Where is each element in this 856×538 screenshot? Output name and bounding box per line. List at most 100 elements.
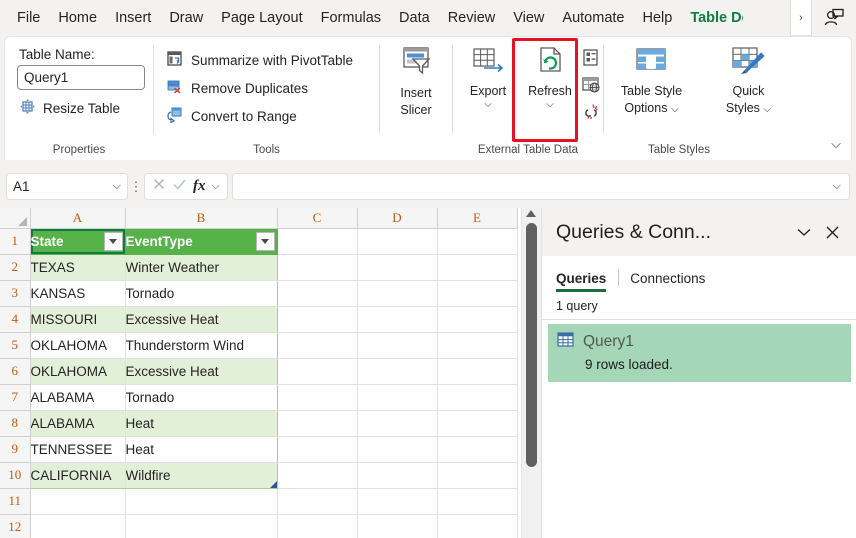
- summarize-with-pivottable-button[interactable]: Summarize with PivotTable: [160, 46, 373, 74]
- row-header-7[interactable]: 7: [0, 384, 30, 410]
- cell-e12[interactable]: [437, 514, 517, 538]
- resize-table-button[interactable]: Resize Table: [19, 98, 145, 118]
- row-header-3[interactable]: 3: [0, 280, 30, 306]
- scrollbar-thumb[interactable]: [526, 223, 537, 467]
- cell-c3[interactable]: [277, 280, 357, 306]
- tab-insert[interactable]: Insert: [106, 1, 160, 35]
- row-header-1[interactable]: 1: [0, 228, 30, 254]
- column-header-e[interactable]: E: [437, 208, 517, 228]
- cell-c6[interactable]: [277, 358, 357, 384]
- tab-page-layout[interactable]: Page Layout: [212, 1, 311, 35]
- formula-input[interactable]: ⌵: [232, 173, 850, 200]
- row-header-8[interactable]: 8: [0, 410, 30, 436]
- cell-c7[interactable]: [277, 384, 357, 410]
- table-style-options-button[interactable]: Table Style Options ⌵: [614, 43, 689, 115]
- cell-c1[interactable]: [277, 228, 357, 254]
- cell-b2[interactable]: Winter Weather: [125, 254, 277, 280]
- cell-c8[interactable]: [277, 410, 357, 436]
- cell-e5[interactable]: [437, 332, 517, 358]
- cell-c12[interactable]: [277, 514, 357, 538]
- cell-a2[interactable]: TEXAS: [30, 254, 125, 280]
- convert-to-range-button[interactable]: Convert to Range: [160, 102, 373, 130]
- tab-automate[interactable]: Automate: [553, 1, 633, 35]
- cell-e3[interactable]: [437, 280, 517, 306]
- export-chevron-down-icon[interactable]: ⌵: [484, 99, 492, 110]
- tab-formulas[interactable]: Formulas: [312, 1, 390, 35]
- enter-check-icon[interactable]: [172, 177, 187, 196]
- remove-duplicates-button[interactable]: Remove Duplicates: [160, 74, 373, 102]
- row-header-5[interactable]: 5: [0, 332, 30, 358]
- cell-d5[interactable]: [357, 332, 437, 358]
- tab-draw[interactable]: Draw: [160, 1, 212, 35]
- cell-c11[interactable]: [277, 488, 357, 514]
- cell-b5[interactable]: Thunderstorm Wind: [125, 332, 277, 358]
- cell-a5[interactable]: OKLAHOMA: [30, 332, 125, 358]
- pane-tab-queries[interactable]: Queries: [556, 271, 618, 292]
- cell-d7[interactable]: [357, 384, 437, 410]
- cell-c5[interactable]: [277, 332, 357, 358]
- quick-styles-chevron-down-icon[interactable]: ⌵: [763, 104, 771, 115]
- column-header-d[interactable]: D: [357, 208, 437, 228]
- column-header-b[interactable]: B: [125, 208, 277, 228]
- cell-d9[interactable]: [357, 436, 437, 462]
- export-button[interactable]: Export ⌵: [457, 43, 519, 110]
- table-name-input[interactable]: [17, 65, 145, 90]
- cell-e2[interactable]: [437, 254, 517, 280]
- cell-d6[interactable]: [357, 358, 437, 384]
- refresh-button[interactable]: Refresh ⌵: [519, 43, 581, 110]
- refresh-chevron-down-icon[interactable]: ⌵: [546, 99, 554, 110]
- cell-b12[interactable]: [125, 514, 277, 538]
- column-header-a[interactable]: A: [30, 208, 125, 228]
- cell-b10[interactable]: Wildfire: [125, 462, 277, 488]
- cell-b7[interactable]: Tornado: [125, 384, 277, 410]
- cell-d4[interactable]: [357, 306, 437, 332]
- properties-icon[interactable]: [581, 48, 600, 72]
- cell-e4[interactable]: [437, 306, 517, 332]
- tab-review[interactable]: Review: [439, 1, 505, 35]
- cell-a3[interactable]: KANSAS: [30, 280, 125, 306]
- cell-d1[interactable]: [357, 228, 437, 254]
- cancel-x-icon[interactable]: [152, 177, 166, 196]
- tab-overflow-button[interactable]: ›: [790, 0, 812, 36]
- tab-data[interactable]: Data: [390, 1, 439, 35]
- cell-c9[interactable]: [277, 436, 357, 462]
- cell-a12[interactable]: [30, 514, 125, 538]
- filter-dropdown-icon-state[interactable]: [104, 232, 123, 251]
- row-header-10[interactable]: 10: [0, 462, 30, 488]
- pane-tab-connections[interactable]: Connections: [630, 271, 715, 292]
- grid-vertical-scrollbar[interactable]: [521, 208, 540, 538]
- table-header-eventtype[interactable]: EventType: [125, 228, 277, 254]
- cell-e9[interactable]: [437, 436, 517, 462]
- cell-d2[interactable]: [357, 254, 437, 280]
- cell-c2[interactable]: [277, 254, 357, 280]
- cell-d10[interactable]: [357, 462, 437, 488]
- cell-b6[interactable]: Excessive Heat: [125, 358, 277, 384]
- cell-a10[interactable]: CALIFORNIA: [30, 462, 125, 488]
- row-header-9[interactable]: 9: [0, 436, 30, 462]
- cell-e1[interactable]: [437, 228, 517, 254]
- filter-dropdown-icon-eventtype[interactable]: [256, 232, 275, 251]
- select-all-corner[interactable]: [0, 208, 30, 228]
- table-header-state[interactable]: State: [30, 228, 125, 254]
- tab-table-design[interactable]: Table Des: [681, 1, 743, 35]
- row-header-6[interactable]: 6: [0, 358, 30, 384]
- insert-slicer-button[interactable]: Insert Slicer: [385, 43, 447, 117]
- pane-close-x-icon[interactable]: [818, 218, 846, 246]
- share-person-icon[interactable]: [818, 4, 850, 32]
- column-header-c[interactable]: C: [277, 208, 357, 228]
- cell-a7[interactable]: ALABAMA: [30, 384, 125, 410]
- table-style-options-chevron-down-icon[interactable]: ⌵: [671, 104, 679, 115]
- cell-b9[interactable]: Heat: [125, 436, 277, 462]
- row-header-11[interactable]: 11: [0, 488, 30, 514]
- row-header-4[interactable]: 4: [0, 306, 30, 332]
- cell-e11[interactable]: [437, 488, 517, 514]
- open-in-browser-icon[interactable]: [581, 75, 600, 99]
- pane-minimize-chevron-down-icon[interactable]: [790, 218, 818, 246]
- name-box[interactable]: A1 ⌵: [6, 173, 128, 200]
- cell-a11[interactable]: [30, 488, 125, 514]
- cell-e6[interactable]: [437, 358, 517, 384]
- tab-file[interactable]: File: [8, 1, 49, 35]
- cell-a4[interactable]: MISSOURI: [30, 306, 125, 332]
- unlink-icon[interactable]: [581, 102, 600, 126]
- fx-chevron-down-icon[interactable]: ⌵: [212, 180, 220, 193]
